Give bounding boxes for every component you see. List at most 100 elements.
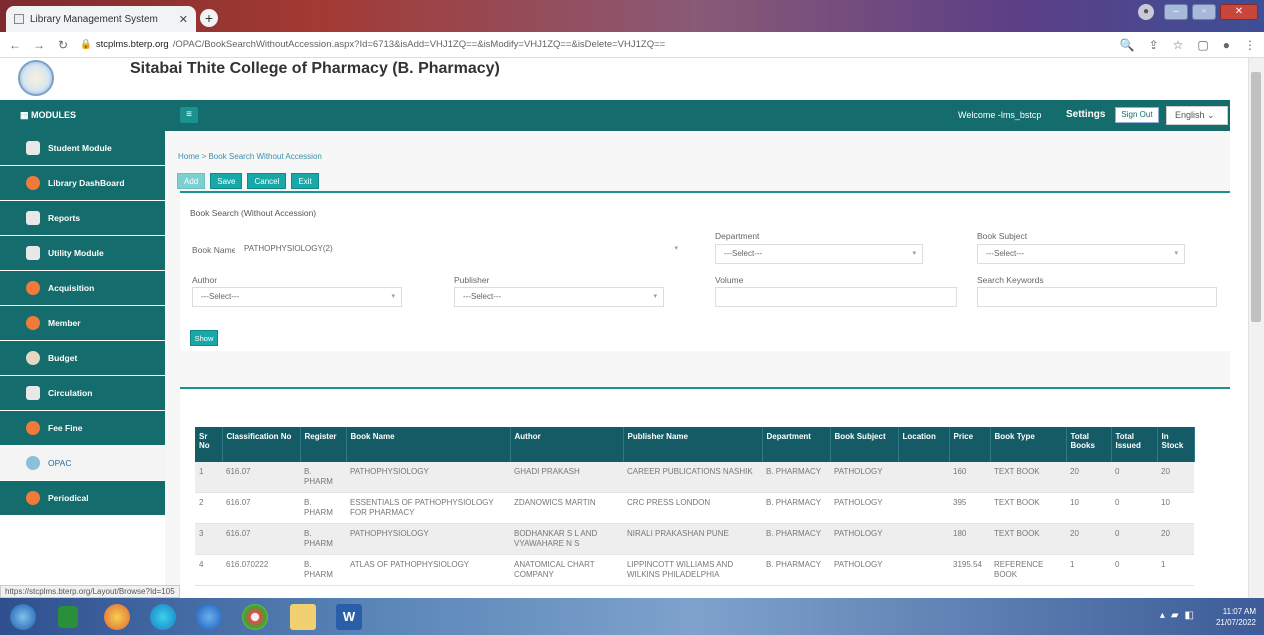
back-icon[interactable]: ←: [8, 38, 22, 52]
clock-time: 11:07 AM: [1222, 607, 1256, 616]
exit-button[interactable]: Exit: [291, 173, 319, 189]
close-tab-icon[interactable]: ✕: [179, 13, 188, 26]
new-tab-button[interactable]: +: [200, 9, 218, 27]
word-icon[interactable]: W: [336, 604, 362, 630]
cell: [898, 523, 949, 555]
table-row[interactable]: 1 616.07 B. PHARM PATHOPHYSIOLOGY GHADI PRAK…: [195, 462, 1194, 493]
dashboard-icon: [26, 176, 40, 190]
search-keywords-input[interactable]: [977, 287, 1217, 307]
settings-link[interactable]: Settings: [1066, 109, 1105, 120]
fee-fine-icon: [26, 421, 40, 435]
add-button[interactable]: Add: [177, 173, 206, 189]
book-subject-select[interactable]: ---Select--- ▾: [977, 244, 1185, 264]
lock-icon: 🔒: [80, 39, 92, 50]
zoom-icon[interactable]: 🔍: [1120, 38, 1135, 52]
cell: 0: [1111, 462, 1157, 493]
share-icon[interactable]: ⇪: [1149, 38, 1159, 52]
cell: B. PHARMACY: [762, 523, 830, 555]
system-tray: ▴ ▰ ◧: [1160, 610, 1194, 621]
close-window-button[interactable]: ✕: [1220, 4, 1258, 20]
sign-out-button[interactable]: Sign Out: [1115, 107, 1159, 123]
bookmark-star-icon[interactable]: ☆: [1173, 38, 1184, 52]
cell: BODHANKAR S L AND VYAWAHARE N S: [510, 523, 623, 555]
cell: 4: [195, 554, 222, 586]
ie-icon[interactable]: [196, 604, 222, 630]
browser-tab[interactable]: Library Management System ✕: [6, 6, 196, 32]
scrollbar-thumb[interactable]: [1251, 72, 1261, 322]
tray-arrow-icon[interactable]: ▴: [1160, 610, 1165, 621]
table-row[interactable]: 4 616.070222 B. PHARM ATLAS OF PATHOPHYSIOL…: [195, 554, 1194, 586]
cell: B. PHARMACY: [762, 492, 830, 524]
cell: 20: [1157, 462, 1194, 493]
book-name-select[interactable]: PATHOPHYSIOLOGY(2) ▾: [235, 239, 685, 259]
search-keywords-label: Search Keywords: [977, 275, 1044, 285]
save-button[interactable]: Save: [210, 173, 243, 189]
publisher-select[interactable]: ---Select--- ▾: [454, 287, 664, 307]
col-department: Department: [762, 427, 831, 462]
language-select[interactable]: English ⌄: [1166, 106, 1228, 125]
forward-icon[interactable]: →: [32, 38, 46, 52]
cell: B. PHARM: [300, 462, 346, 493]
edge-icon[interactable]: [150, 604, 176, 630]
account-icon[interactable]: ●: [1223, 38, 1230, 52]
sidebar-item-fee-fine[interactable]: Fee Fine: [0, 411, 165, 445]
cell: TEXT BOOK: [990, 462, 1066, 493]
cell: 2: [195, 492, 222, 524]
minimize-button[interactable]: –: [1164, 4, 1188, 20]
show-button[interactable]: Show: [190, 330, 218, 346]
menu-dots-icon[interactable]: ⋮: [1244, 38, 1256, 52]
url-field[interactable]: 🔒 stcplms.bterp.org/OPAC/BookSearchWitho…: [80, 39, 665, 50]
cell: 10: [1066, 492, 1111, 524]
col-total-books: Total Books: [1066, 427, 1112, 462]
col-book-name: Book Name: [346, 427, 511, 462]
col-classification-no: Classification No: [222, 427, 301, 462]
cell: 0: [1111, 523, 1157, 555]
sidepanel-icon[interactable]: ▢: [1197, 38, 1208, 52]
cell: 1: [1066, 554, 1111, 586]
col-price: Price: [949, 427, 991, 462]
volume-input[interactable]: [715, 287, 957, 307]
profile-icon[interactable]: ●: [1138, 4, 1154, 20]
chevron-down-icon: ▾: [912, 250, 916, 257]
sidebar-item-acquisition[interactable]: Acquisition: [0, 271, 165, 305]
author-select[interactable]: ---Select--- ▾: [192, 287, 402, 307]
sidebar-item-reports[interactable]: Reports: [0, 201, 165, 235]
sidebar-item-opac[interactable]: OPAC: [0, 446, 165, 480]
cell: CAREER PUBLICATIONS NASHIK: [623, 462, 762, 493]
chrome-icon[interactable]: [242, 604, 268, 630]
file-explorer-icon[interactable]: [290, 604, 316, 630]
member-icon: [26, 316, 40, 330]
network-icon[interactable]: ▰: [1171, 610, 1179, 621]
reload-icon[interactable]: ↻: [56, 38, 70, 52]
app-icon[interactable]: [58, 606, 78, 628]
hamburger-menu-icon[interactable]: ≡: [180, 107, 198, 123]
clock[interactable]: 11:07 AM 21/07/2022: [1216, 606, 1256, 628]
cell: 3: [195, 523, 222, 555]
student-icon: [26, 141, 40, 155]
maximize-button[interactable]: ▫: [1192, 4, 1216, 20]
sidebar-item-library-dashboard[interactable]: Library DashBoard: [0, 166, 165, 200]
sidebar-item-member[interactable]: Member: [0, 306, 165, 340]
table-row[interactable]: 2 616.07 B. PHARM ESSENTIALS OF PATHOPHYSIO…: [195, 492, 1194, 524]
cell: 616.07: [222, 523, 300, 555]
sidebar-item-periodical[interactable]: Periodical: [0, 481, 165, 515]
start-button-icon[interactable]: [10, 604, 36, 630]
breadcrumb[interactable]: Home > Book Search Without Accession: [178, 152, 322, 161]
sidebar-item-circulation[interactable]: Circulation: [0, 376, 165, 410]
cell: 0: [1111, 492, 1157, 524]
chevron-down-icon: ▾: [674, 245, 678, 252]
cell: PATHOLOGY: [830, 462, 898, 493]
sidebar-item-budget[interactable]: Budget: [0, 341, 165, 375]
col-register: Register: [300, 427, 347, 462]
firefox-icon[interactable]: [104, 604, 130, 630]
department-select[interactable]: ---Select--- ▾: [715, 244, 923, 264]
cell: PATHOPHYSIOLOGY: [346, 462, 510, 493]
sidebar-item-student-module[interactable]: Student Module: [0, 131, 165, 165]
table-row[interactable]: 3 616.07 B. PHARM PATHOPHYSIOLOGY BODHANKAR …: [195, 523, 1194, 555]
cell: B. PHARM: [300, 554, 346, 586]
sidebar-item-utility-module[interactable]: Utility Module: [0, 236, 165, 270]
cancel-button[interactable]: Cancel: [247, 173, 287, 189]
speaker-icon[interactable]: ◧: [1185, 610, 1194, 621]
opac-icon: [26, 456, 40, 470]
cell: PATHOPHYSIOLOGY: [346, 523, 510, 555]
